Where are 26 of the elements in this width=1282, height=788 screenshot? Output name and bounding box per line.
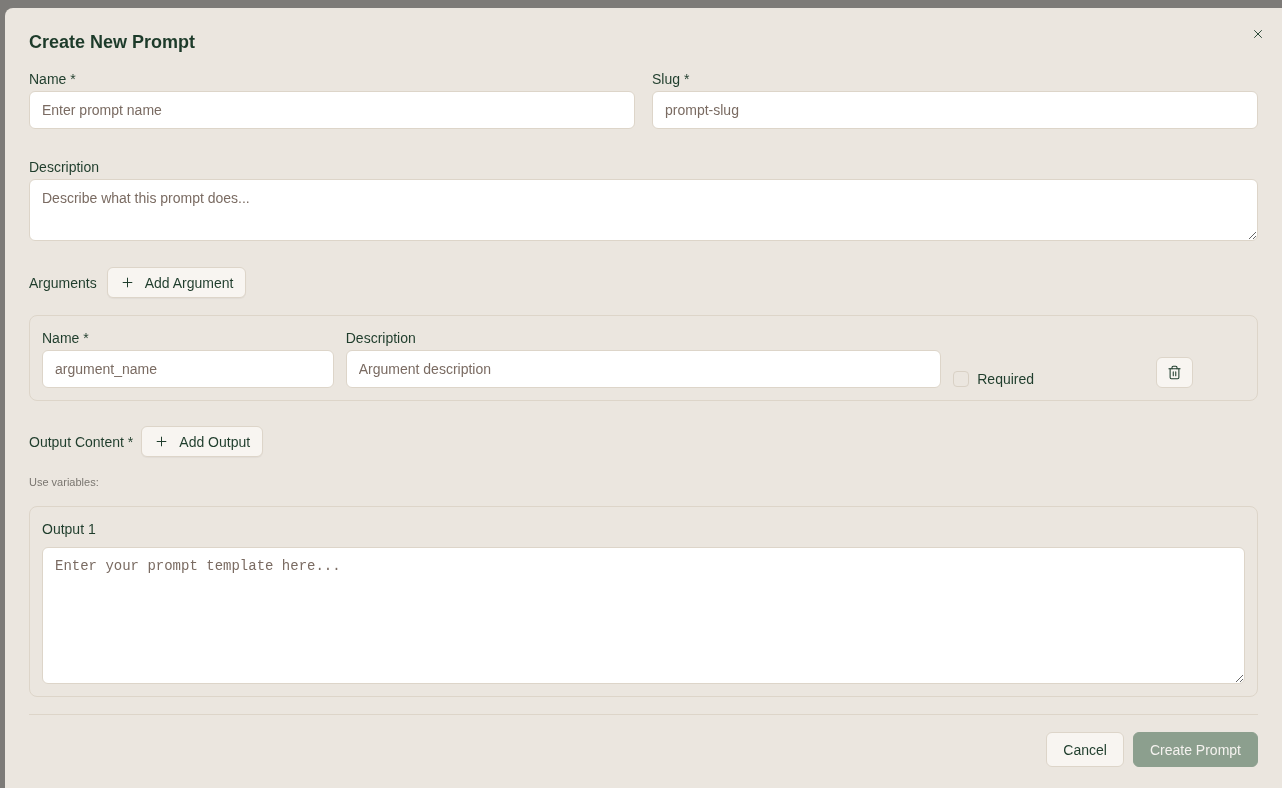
section-label: Output Content *	[29, 432, 134, 452]
text-input[interactable]: Argument description	[345, 350, 942, 388]
section-label: Arguments	[29, 273, 97, 293]
close-icon	[1251, 27, 1265, 41]
field-label: Description	[345, 329, 416, 348]
delete-button[interactable]	[1155, 357, 1193, 388]
checkbox[interactable]	[953, 371, 970, 387]
field-label: Slug *	[652, 70, 690, 89]
field-label: Name *	[42, 329, 89, 348]
description-textarea[interactable]: Describe what this prompt does...	[29, 179, 1258, 241]
add-output-button[interactable]: Add Output	[141, 426, 264, 457]
text-input[interactable]: argument_name	[42, 350, 334, 388]
field-label: Output 1	[42, 520, 96, 539]
plus-icon	[154, 434, 170, 449]
dialog-title: Create New Prompt	[29, 31, 196, 54]
hint-text: Use variables:	[29, 475, 99, 490]
add-argument-button[interactable]: Add Argument	[106, 267, 247, 298]
text-input[interactable]: prompt-slug	[652, 91, 1258, 129]
trash-icon	[1166, 365, 1182, 380]
field-label: Name *	[29, 70, 76, 89]
checkbox-label: Required	[977, 370, 1035, 389]
plus-icon	[119, 275, 135, 290]
field-label: Description	[29, 158, 100, 177]
text-input[interactable]: Enter prompt name	[29, 91, 635, 129]
template-textarea[interactable]: Enter your prompt template here...	[42, 547, 1245, 684]
cancel-button[interactable]: Cancel	[1046, 732, 1124, 767]
